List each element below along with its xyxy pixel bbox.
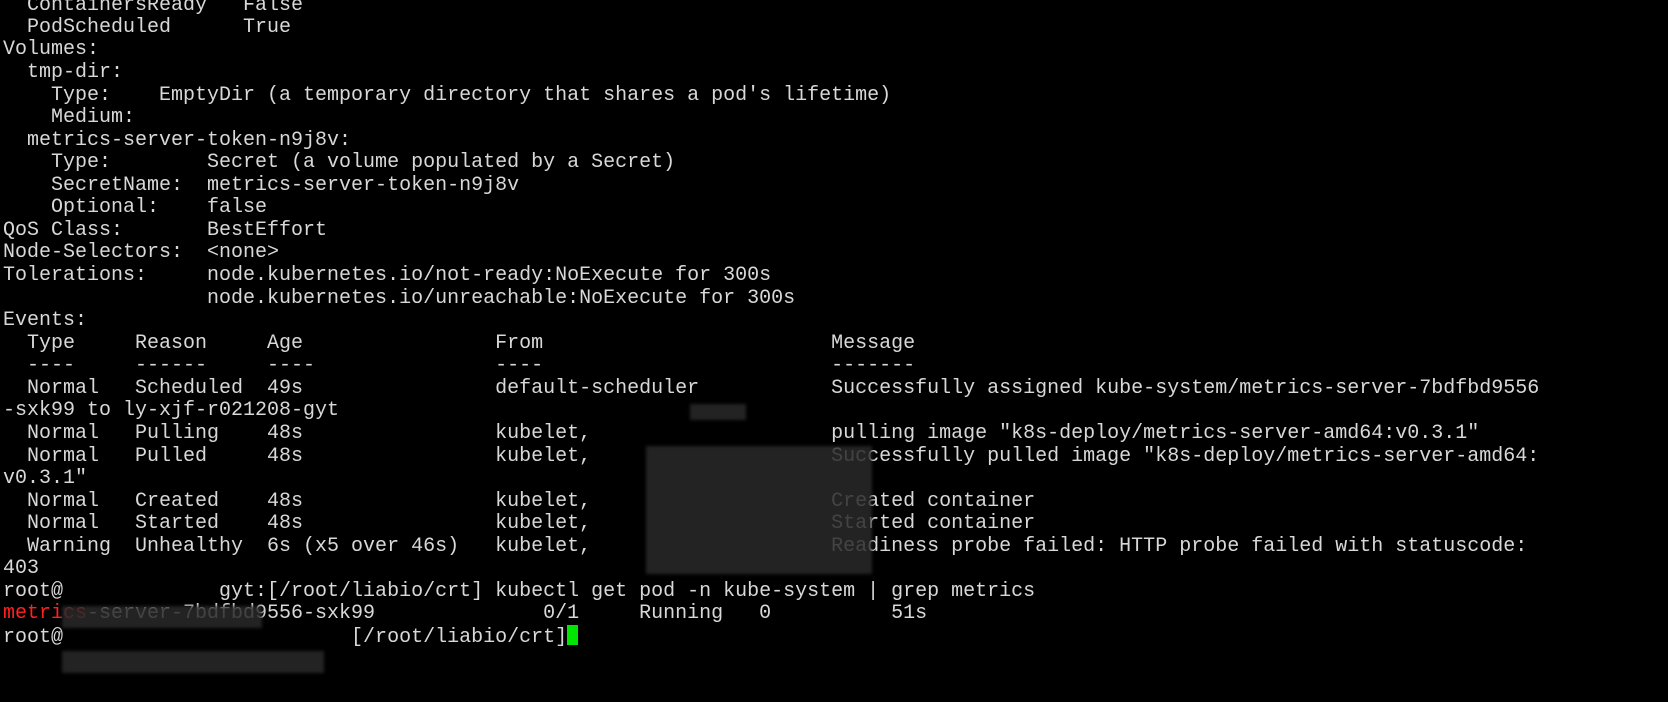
terminal-line: Optional: false [3,196,268,219]
terminal-line: PodScheduled True [3,16,292,39]
events-header: Type Reason Age From Message [3,332,916,355]
terminal-line: node.kubernetes.io/unreachable:NoExecute… [3,287,796,310]
redaction-mask [62,651,324,673]
cursor-block [567,625,579,645]
event-row: Normal Created 48s kubelet, Created cont… [3,490,1036,513]
redaction-mask [62,606,262,628]
terminal-line: SecretName: metrics-server-token-n9j8v [3,174,520,197]
terminal-line: metrics-server-token-n9j8v: [3,129,352,152]
terminal-line: Type: Secret (a volume populated by a Se… [3,151,676,174]
terminal-line: tmp-dir: [3,61,124,84]
event-row: Normal Pulling 48s kubelet, pulling imag… [3,422,1480,445]
terminal-line: Type: EmptyDir (a temporary directory th… [3,84,892,107]
redaction-mask [690,404,746,420]
terminal-window[interactable]: ContainersReady False PodScheduled True … [0,0,1668,702]
terminal-line: QoS Class: BestEffort [3,219,328,242]
event-row-wrap: -sxk99 to ly-xjf-r021208-gyt [3,399,340,422]
prompt-line: root@ [/root/liabio/crt] [3,625,579,649]
redaction-mask [646,446,872,574]
events-divider: ---- ------ ---- ---- ------- [3,354,916,377]
event-row-wrap: v0.3.1" [3,467,88,490]
terminal-line: Node-Selectors: <none> [3,241,280,264]
terminal-line: Volumes: [3,38,100,61]
terminal-line: Tolerations: node.kubernetes.io/not-read… [3,264,772,287]
event-row: Normal Started 48s kubelet, Started cont… [3,512,1036,535]
prompt-text: root@ [/root/liabio/crt] [3,626,568,649]
command-line: root@ gyt:[/root/liabio/crt] kubectl get… [3,580,1036,603]
event-row: Normal Scheduled 49s default-scheduler S… [3,377,1540,400]
event-row-wrap: 403 [3,557,40,580]
terminal-line: Medium: [3,106,136,129]
terminal-line: Events: [3,309,88,332]
